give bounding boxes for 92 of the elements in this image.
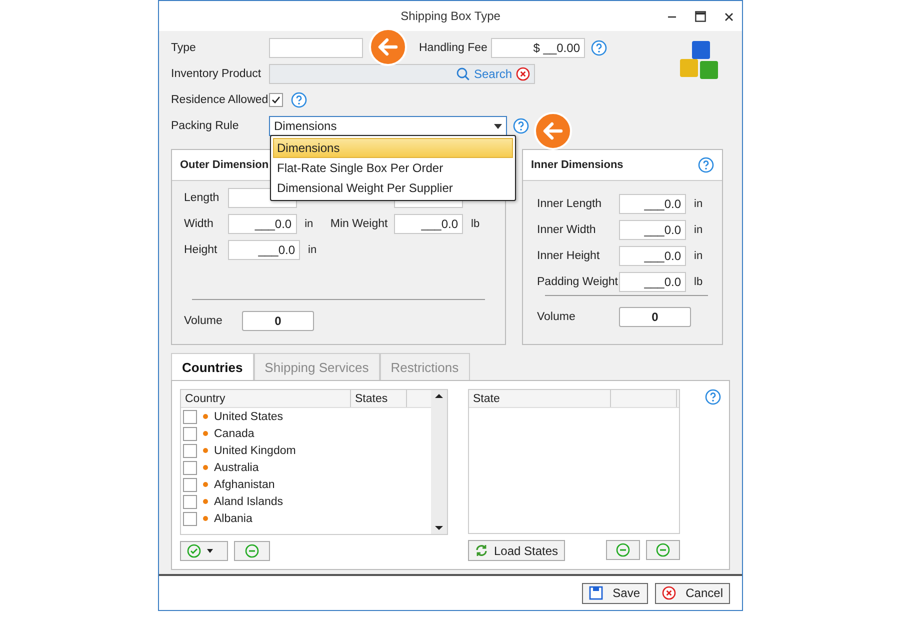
unit-label: lb	[693, 276, 704, 288]
table-cell: United States	[214, 410, 284, 423]
cancel-button[interactable]: Cancel	[654, 582, 730, 604]
checkbox[interactable]	[183, 410, 197, 424]
field-label: Width	[184, 218, 214, 230]
volume-field[interactable]: 0	[242, 311, 314, 332]
help-icon[interactable]	[591, 40, 607, 56]
column-header: Country	[181, 390, 351, 408]
column-header: States	[351, 390, 407, 408]
field-label: Residence Allowed	[171, 94, 269, 106]
field-label: Length	[184, 192, 220, 204]
column-header: State	[469, 390, 611, 408]
minus-circle-icon	[656, 543, 670, 558]
status-dot	[203, 482, 208, 488]
unit-label: in	[307, 244, 318, 256]
search-icon	[456, 67, 470, 82]
checkbox[interactable]	[183, 460, 197, 475]
unit-label: in	[693, 250, 704, 262]
type-field[interactable]	[269, 38, 363, 58]
number-field[interactable]: ___0.0	[619, 220, 686, 240]
help-icon[interactable]	[698, 157, 714, 174]
unit-label: in	[304, 218, 314, 230]
fee-field[interactable]: $ __0.00	[491, 38, 585, 58]
remove-button[interactable]	[234, 541, 270, 562]
field-label: Inner Width	[537, 224, 597, 236]
field-label: Packing Rule	[171, 120, 240, 132]
status-dot	[203, 465, 208, 470]
checkbox[interactable]	[269, 93, 283, 108]
field-label: Handling Fee	[419, 42, 488, 54]
field-label: Inventory Product	[171, 68, 262, 80]
cancel-icon	[662, 586, 676, 600]
field-label: Volume	[537, 311, 576, 324]
caret-icon	[207, 549, 213, 554]
close-icon[interactable]	[724, 12, 734, 22]
remove-button[interactable]	[646, 540, 680, 560]
caret-icon	[494, 124, 502, 129]
table-cell: United Kingdom	[214, 444, 296, 457]
field-label: Inner Height	[537, 250, 601, 262]
status-dot	[203, 448, 208, 454]
field-label: Height	[184, 244, 218, 256]
unit-label: in	[693, 224, 704, 236]
field-label: Volume	[184, 315, 224, 328]
number-field[interactable]: ___0.0	[619, 246, 686, 266]
table-cell: Australia	[214, 462, 259, 474]
window-title: Shipping Box Type	[400, 9, 500, 24]
table-cell: Canada	[214, 428, 254, 440]
number-field[interactable]: ___0.0	[228, 240, 300, 260]
table-cell: Albania	[214, 512, 252, 525]
checkmark-icon	[271, 95, 281, 106]
field-label: Inner Length	[537, 198, 603, 210]
panel-title: Outer Dimension	[180, 159, 269, 172]
status-dot	[203, 516, 208, 522]
status-dot	[203, 499, 208, 504]
status-dot	[203, 414, 208, 420]
number-field[interactable]: ___0.0	[619, 272, 686, 292]
panel-title: Inner Dimensions	[531, 159, 624, 172]
remove-button[interactable]	[606, 540, 640, 560]
refresh-icon	[475, 544, 488, 558]
clear-icon[interactable]	[516, 67, 530, 82]
tab[interactable]: Countries	[171, 353, 254, 382]
table-cell: Aland Islands	[214, 496, 284, 508]
minus-circle-icon	[616, 543, 630, 558]
number-field[interactable]: ___0.0	[394, 214, 463, 234]
help-icon[interactable]	[513, 118, 529, 134]
checkbox[interactable]	[183, 512, 197, 526]
scrollbar[interactable]	[431, 390, 447, 534]
minus-circle-icon	[245, 544, 259, 558]
load-states-button[interactable]: Load States	[468, 540, 566, 562]
help-icon[interactable]	[291, 92, 307, 108]
unit-label: lb	[470, 218, 481, 230]
field-label: Padding Weight	[537, 276, 619, 288]
maximize-icon[interactable]	[695, 11, 706, 22]
help-icon[interactable]	[705, 389, 721, 406]
packing-rule-dropdown[interactable]: Dimensions	[269, 116, 507, 136]
unit-label: in	[693, 198, 704, 210]
checkbox[interactable]	[183, 478, 197, 492]
checkbox[interactable]	[183, 426, 197, 441]
table-cell: Afghanistan	[214, 478, 275, 491]
status-dot	[203, 431, 208, 436]
field-label: Type	[171, 42, 197, 54]
checkbox[interactable]	[183, 494, 197, 509]
menu-option[interactable]: Flat-Rate Single Box Per Order	[273, 158, 513, 178]
save-button[interactable]: Save	[582, 582, 648, 604]
volume-field[interactable]: 0	[619, 307, 691, 328]
number-field[interactable]: ___0.0	[619, 194, 686, 214]
check-all-button[interactable]	[180, 541, 228, 562]
checkbox[interactable]	[183, 444, 197, 458]
field-label: Min Weight	[330, 218, 389, 230]
check-circle-icon	[187, 544, 201, 558]
menu-option[interactable]: Dimensions	[273, 138, 513, 158]
menu-option[interactable]: Dimensional Weight Per Supplier	[273, 178, 513, 198]
number-field[interactable]: ___0.0	[228, 214, 297, 234]
